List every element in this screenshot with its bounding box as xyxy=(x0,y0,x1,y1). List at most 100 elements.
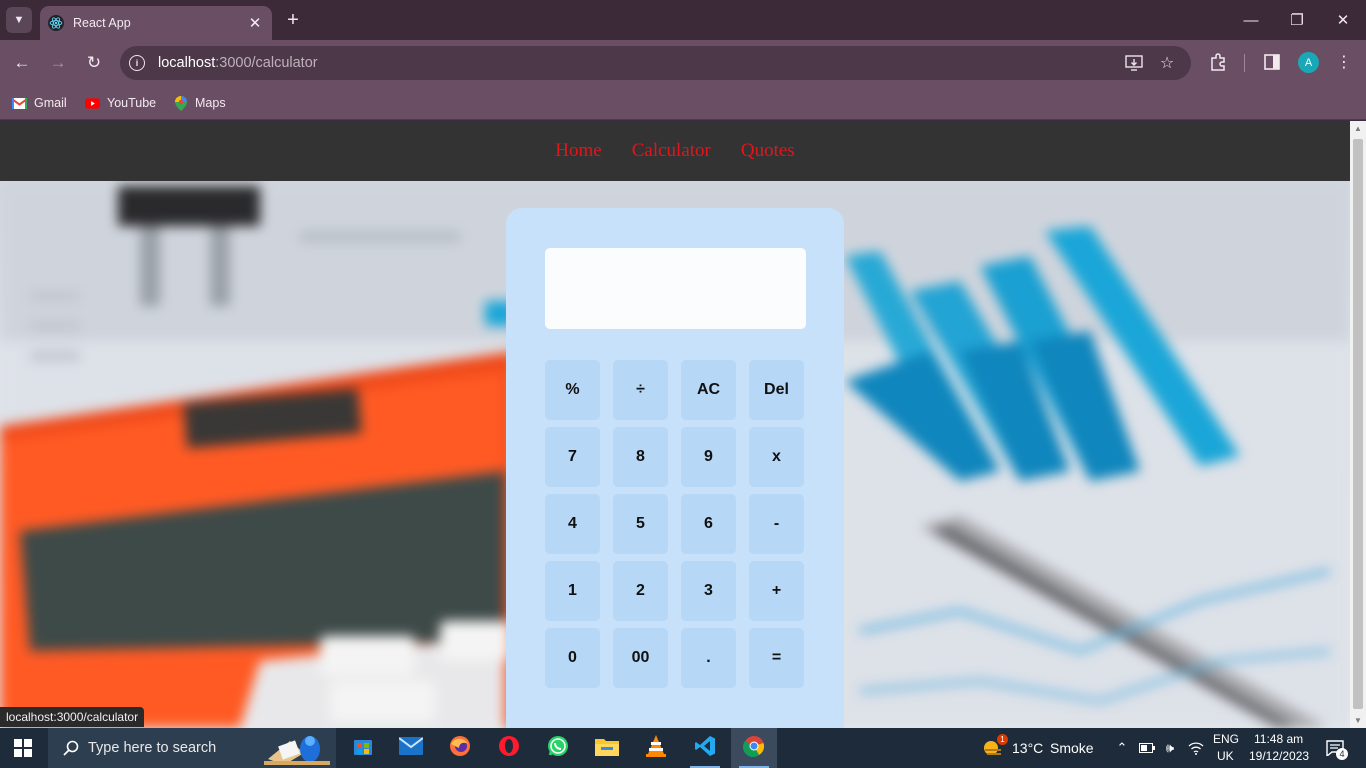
scroll-thumb[interactable] xyxy=(1353,139,1363,709)
site-navbar: Home Calculator Quotes xyxy=(0,121,1350,181)
page-scrollbar[interactable]: ▲ ▼ xyxy=(1350,121,1366,728)
clock-date[interactable]: 19/12/2023 xyxy=(1249,749,1309,763)
reload-button[interactable]: ↻ xyxy=(81,50,107,76)
tab-title: React App xyxy=(73,16,131,30)
react-favicon-icon xyxy=(48,15,64,31)
clock-time[interactable]: 11:48 am xyxy=(1254,732,1303,746)
calculator-display xyxy=(545,248,806,329)
bookmark-star-icon[interactable]: ☆ xyxy=(1157,53,1177,73)
scroll-up-icon[interactable]: ▲ xyxy=(1354,124,1362,133)
maps-icon xyxy=(173,95,188,111)
key-4[interactable]: 4 xyxy=(545,494,600,554)
key-double-zero[interactable]: 00 xyxy=(613,628,668,688)
firefox-icon xyxy=(449,735,471,762)
battery-icon[interactable] xyxy=(1139,740,1155,756)
tab-close-icon[interactable]: ✕ xyxy=(246,14,264,32)
folder-icon xyxy=(595,736,619,761)
key-subtract[interactable]: - xyxy=(749,494,804,554)
weather-description[interactable]: Smoke xyxy=(1050,740,1094,756)
taskbar-firefox[interactable] xyxy=(437,728,483,768)
key-all-clear[interactable]: AC xyxy=(681,360,736,420)
key-2[interactable]: 2 xyxy=(613,561,668,621)
vscode-icon xyxy=(694,735,716,762)
key-add[interactable]: + xyxy=(749,561,804,621)
link-status-tooltip: localhost:3000/calculator xyxy=(0,707,145,727)
side-panel-icon[interactable] xyxy=(1261,51,1283,73)
taskbar-search[interactable]: Type here to search xyxy=(48,728,336,768)
close-window-button[interactable]: ✕ xyxy=(1328,8,1358,32)
reload-icon: ↻ xyxy=(86,53,102,72)
bookmark-gmail[interactable]: Gmail xyxy=(12,93,67,113)
key-divide[interactable]: ÷ xyxy=(613,360,668,420)
taskbar-vscode[interactable] xyxy=(682,728,728,768)
search-placeholder: Type here to search xyxy=(88,740,217,756)
youtube-icon xyxy=(85,97,100,109)
bookmark-label: Gmail xyxy=(34,96,67,110)
bookmark-maps[interactable]: Maps xyxy=(173,93,226,113)
vlc-icon xyxy=(645,734,667,763)
weather-icon[interactable]: 1 xyxy=(982,734,1008,758)
key-5[interactable]: 5 xyxy=(613,494,668,554)
address-bar[interactable]: i localhost:3000/calculator ☆ xyxy=(120,46,1191,80)
key-9[interactable]: 9 xyxy=(681,427,736,487)
nav-link-calculator[interactable]: Calculator xyxy=(632,140,711,162)
key-delete[interactable]: Del xyxy=(749,360,804,420)
key-equals[interactable]: = xyxy=(749,628,804,688)
browser-toolbar: ← → ↻ i localhost:3000/calculator ☆ A ⋮ xyxy=(0,40,1366,86)
url-host: localhost xyxy=(158,55,216,71)
windows-start-icon[interactable] xyxy=(14,739,32,757)
taskbar-vlc[interactable] xyxy=(633,728,679,768)
calculator: % ÷ AC Del 7 8 9 x 4 5 6 - 1 2 3 + 0 00 … xyxy=(506,208,844,728)
menu-kebab-icon[interactable]: ⋮ xyxy=(1333,51,1355,73)
tab-search-button[interactable]: ▼ xyxy=(6,7,32,33)
new-tab-button[interactable]: + xyxy=(282,8,304,32)
key-1[interactable]: 1 xyxy=(545,561,600,621)
key-0[interactable]: 0 xyxy=(545,628,600,688)
install-app-icon[interactable] xyxy=(1124,53,1144,73)
site-info-icon[interactable]: i xyxy=(129,55,145,71)
taskbar-opera[interactable] xyxy=(486,728,532,768)
nav-link-quotes[interactable]: Quotes xyxy=(741,140,795,162)
opera-icon xyxy=(498,735,520,762)
weather-temperature[interactable]: 13°C xyxy=(1012,740,1043,756)
minimize-button[interactable]: — xyxy=(1236,8,1266,32)
nav-link-home[interactable]: Home xyxy=(555,140,601,162)
chevron-up-icon[interactable]: ⌃ xyxy=(1114,740,1130,756)
windows-taskbar: Type here to search 1 13°C Smoke ⌃ 🕪 ENG… xyxy=(0,728,1366,768)
url-text[interactable]: localhost:3000/calculator xyxy=(158,55,318,71)
gmail-icon xyxy=(12,97,27,109)
chevron-down-icon: ▼ xyxy=(13,14,25,26)
key-3[interactable]: 3 xyxy=(681,561,736,621)
extensions-icon[interactable] xyxy=(1207,51,1229,73)
wifi-icon[interactable] xyxy=(1188,740,1204,756)
forward-button[interactable]: → xyxy=(45,50,71,76)
bookmark-youtube[interactable]: YouTube xyxy=(85,93,156,113)
url-path: :3000/calculator xyxy=(215,55,318,71)
chrome-icon xyxy=(743,735,765,762)
mail-icon xyxy=(398,736,424,760)
key-8[interactable]: 8 xyxy=(613,427,668,487)
key-multiply[interactable]: x xyxy=(749,427,804,487)
language-region[interactable]: UK xyxy=(1217,749,1234,763)
back-button[interactable]: ← xyxy=(9,50,35,76)
key-7[interactable]: 7 xyxy=(545,427,600,487)
restore-button[interactable]: ❐ xyxy=(1282,8,1312,32)
bookmark-label: YouTube xyxy=(107,96,157,110)
taskbar-file-explorer[interactable] xyxy=(584,728,630,768)
tab-react-app[interactable]: React App ✕ xyxy=(40,6,272,40)
key-decimal[interactable]: . xyxy=(681,628,736,688)
taskbar-chrome[interactable] xyxy=(731,728,777,768)
volume-icon[interactable]: 🕪 xyxy=(1162,740,1178,756)
bookmark-label: Maps xyxy=(195,96,226,110)
arrow-right-icon: → xyxy=(49,53,67,72)
profile-avatar[interactable]: A xyxy=(1298,52,1319,73)
key-percent[interactable]: % xyxy=(545,360,600,420)
scroll-down-icon[interactable]: ▼ xyxy=(1354,716,1362,725)
language-code[interactable]: ENG xyxy=(1213,732,1239,746)
notification-center-icon[interactable]: 4 xyxy=(1325,739,1348,760)
key-6[interactable]: 6 xyxy=(681,494,736,554)
taskbar-task-view[interactable] xyxy=(340,728,386,768)
page-viewport: Home Calculator Quotes % ÷ AC Del 7 8 9 … xyxy=(0,121,1350,728)
taskbar-mail[interactable] xyxy=(388,728,434,768)
taskbar-whatsapp[interactable] xyxy=(535,728,581,768)
